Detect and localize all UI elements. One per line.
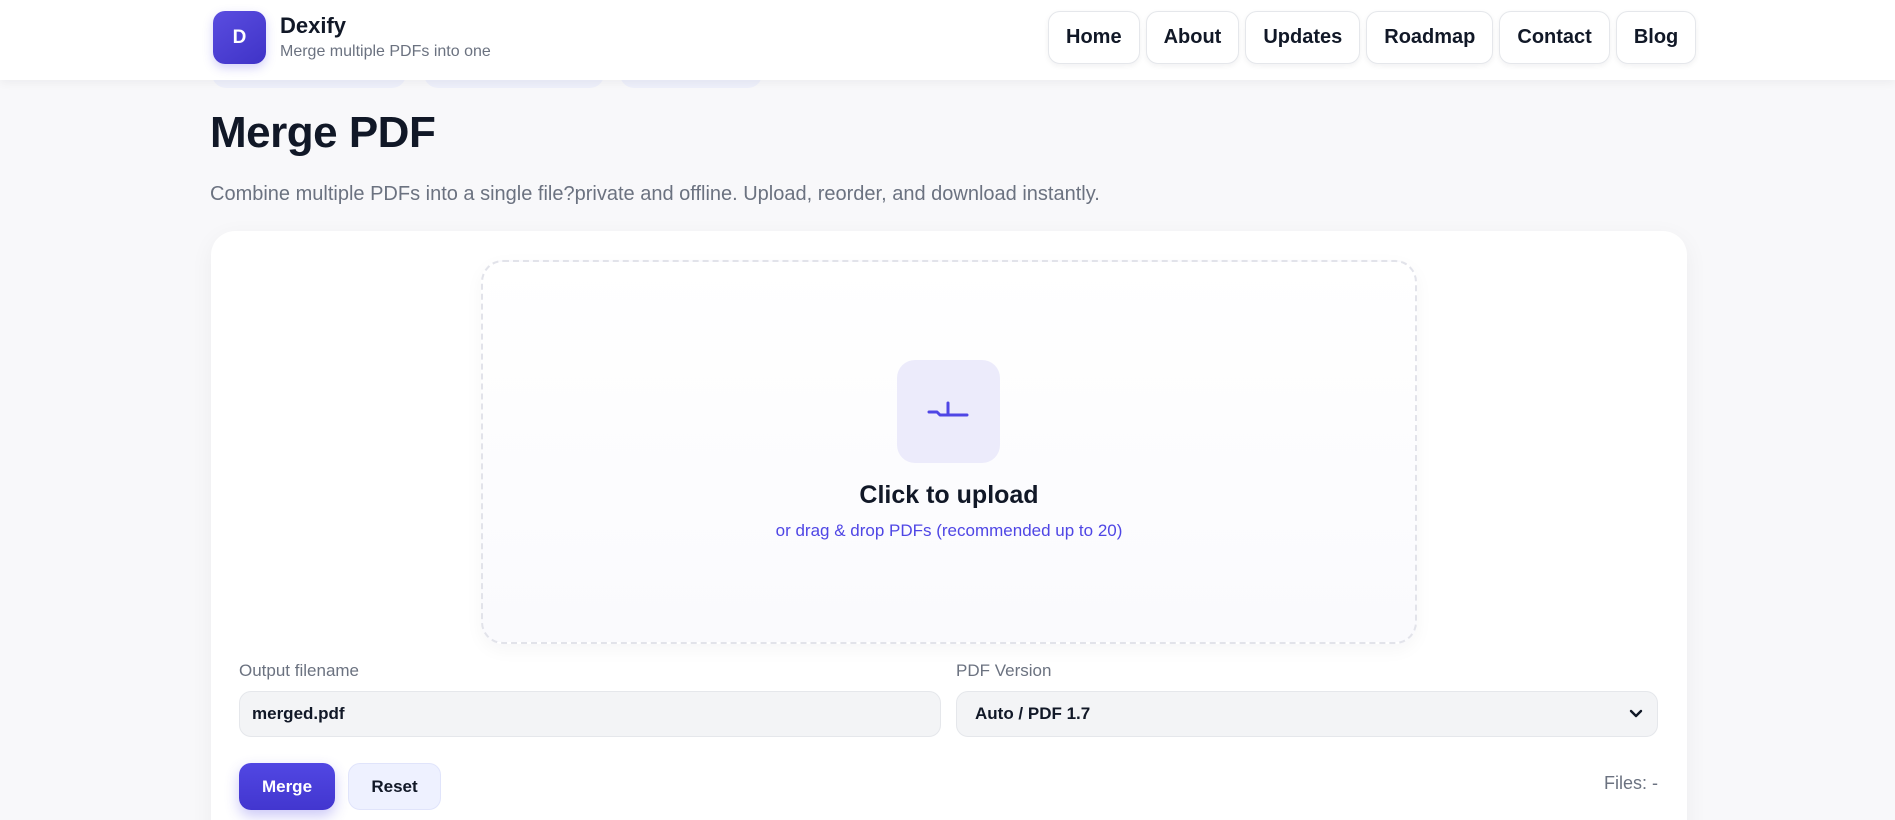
brand-tagline: Merge multiple PDFs into one bbox=[280, 43, 491, 60]
pdf-version-label: PDF Version bbox=[956, 661, 1052, 680]
files-count: Files: - bbox=[1604, 773, 1658, 793]
brand[interactable]: D Dexify Merge multiple PDFs into one bbox=[213, 11, 491, 64]
page-subtitle: Combine multiple PDFs into a single file… bbox=[210, 183, 1100, 205]
reset-button[interactable]: Reset bbox=[348, 763, 441, 810]
page-title: Merge PDF bbox=[210, 108, 436, 157]
pdf-version-select[interactable]: Auto / PDF 1.7 bbox=[956, 691, 1658, 737]
output-filename-label: Output filename bbox=[239, 661, 360, 680]
output-filename-input[interactable] bbox=[239, 691, 941, 737]
upload-dropzone[interactable]: Click to upload or drag & drop PDFs (rec… bbox=[481, 260, 1417, 644]
pdf-version-value: Auto / PDF 1.7 bbox=[975, 704, 1091, 723]
nav-blog-button[interactable]: Blog bbox=[1615, 11, 1697, 64]
brand-text: Dexify Merge multiple PDFs into one bbox=[280, 13, 491, 62]
nav-roadmap-button[interactable]: Roadmap bbox=[1366, 11, 1494, 64]
upload-title: Click to upload bbox=[859, 481, 1039, 509]
upload-icon bbox=[927, 401, 968, 416]
brand-name: Dexify bbox=[280, 13, 347, 38]
top-navbar: D Dexify Merge multiple PDFs into one Ho… bbox=[0, 0, 1895, 80]
brand-logo: D bbox=[213, 11, 266, 64]
nav-about-button[interactable]: About bbox=[1145, 11, 1240, 64]
nav-home-button[interactable]: Home bbox=[1048, 11, 1140, 64]
nav-contact-button[interactable]: Contact bbox=[1499, 11, 1610, 64]
merge-button[interactable]: Merge bbox=[239, 763, 335, 810]
merge-card: Click to upload or drag & drop PDFs (rec… bbox=[211, 231, 1687, 820]
upload-hint: or drag & drop PDFs (recommended up to 2… bbox=[775, 521, 1123, 540]
main-nav: Home About Updates Roadmap Contact Blog bbox=[1048, 11, 1697, 64]
chevron-down-icon bbox=[1629, 709, 1643, 718]
upload-icon-tile bbox=[897, 360, 1000, 463]
nav-updates-button[interactable]: Updates bbox=[1245, 11, 1361, 64]
